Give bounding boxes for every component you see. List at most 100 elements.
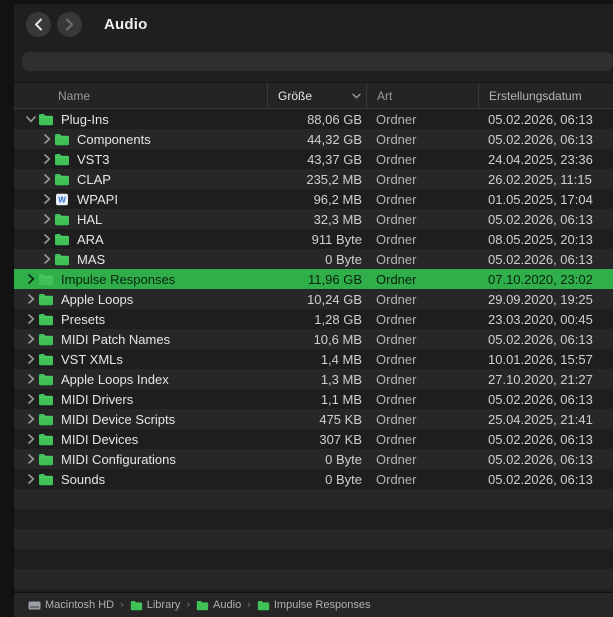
table-row[interactable]: W Impulse Responses 11,96 GB Ordner 07.1… [14,269,613,289]
table-row[interactable]: W Sounds 0 Byte Ordner 05.02.2026, 06:13 [14,469,613,489]
path-bar: Macintosh HD › Library › Audio › Impulse… [14,592,613,617]
path-separator: › [186,599,190,611]
indent-spacer [14,319,24,320]
name-cell: W Apple Loops [14,292,267,307]
folder-icon [38,113,55,126]
file-kind: Ordner [366,332,478,347]
table-row[interactable]: W MIDI Device Scripts 475 KB Ordner 25.0… [14,409,613,429]
file-kind: Ordner [366,372,478,387]
file-kind: Ordner [366,352,478,367]
file-kind: Ordner [366,172,478,187]
column-label: Art [377,89,392,103]
file-date: 05.02.2026, 06:13 [478,132,613,147]
name-cell: W VST XMLs [14,352,267,367]
folder-icon [38,333,55,346]
column-label: Größe [278,89,312,103]
disclosure-chevron-icon[interactable] [40,134,54,144]
file-date: 23.03.2020, 00:45 [478,312,613,327]
name-cell: W MIDI Devices [14,432,267,447]
name-cell: W MIDI Drivers [14,392,267,407]
indent-spacer [14,159,40,160]
name-cell: W ARA [14,232,267,247]
disclosure-chevron-icon[interactable] [24,454,38,464]
disclosure-chevron-icon[interactable] [24,374,38,384]
disclosure-chevron-icon[interactable] [24,414,38,424]
folder-icon [54,153,71,166]
drive-icon [28,600,41,611]
indent-spacer [14,219,40,220]
indent-spacer [14,259,40,260]
disclosure-chevron-icon[interactable] [24,334,38,344]
indent-spacer [14,359,24,360]
file-date: 05.02.2026, 06:13 [478,432,613,447]
table-row[interactable]: W HAL 32,3 MB Ordner 05.02.2026, 06:13 [14,209,613,229]
disclosure-chevron-icon[interactable] [24,274,38,284]
disclosure-chevron-icon[interactable] [24,294,38,304]
disclosure-chevron-icon[interactable] [40,214,54,224]
file-name: MIDI Drivers [61,392,133,407]
path-crumb[interactable]: Impulse Responses [257,599,371,611]
disclosure-chevron-icon[interactable] [24,314,38,324]
disclosure-chevron-icon[interactable] [40,194,54,204]
folder-icon [54,253,71,266]
indent-spacer [14,239,40,240]
path-crumb[interactable]: Library [130,599,181,611]
disclosure-chevron-icon[interactable] [24,114,38,124]
folder-icon [54,133,71,146]
column-header-size[interactable]: Größe [267,83,366,108]
column-header-kind[interactable]: Art [366,83,478,108]
table-row[interactable]: W Apple Loops Index 1,3 MB Ordner 27.10.… [14,369,613,389]
file-kind: Ordner [366,252,478,267]
table-row[interactable]: W Presets 1,28 GB Ordner 23.03.2020, 00:… [14,309,613,329]
file-date: 05.02.2026, 06:13 [478,212,613,227]
disclosure-chevron-icon[interactable] [24,394,38,404]
file-name: Components [77,132,151,147]
sort-chevron-down-icon [352,93,361,99]
table-row[interactable]: W CLAP 235,2 MB Ordner 26.02.2025, 11:15 [14,169,613,189]
disclosure-chevron-icon[interactable] [40,234,54,244]
folder-icon [38,413,55,426]
folder-icon [54,233,71,246]
file-name: HAL [77,212,102,227]
toolbar: Audio [14,4,613,48]
disclosure-chevron-icon[interactable] [40,174,54,184]
file-name: MAS [77,252,105,267]
column-header-name[interactable]: Name [14,83,267,108]
file-date: 29.09.2020, 19:25 [478,292,613,307]
wpapi-app-icon: W [54,193,71,206]
path-crumb[interactable]: Macintosh HD [28,599,114,611]
table-row[interactable]: W Plug-Ins 88,06 GB Ordner 05.02.2026, 0… [14,109,613,129]
table-row[interactable]: W VST3 43,37 GB Ordner 24.04.2025, 23:36 [14,149,613,169]
table-row[interactable]: W Components 44,32 GB Ordner 05.02.2026,… [14,129,613,149]
table-row[interactable]: W VST XMLs 1,4 MB Ordner 10.01.2026, 15:… [14,349,613,369]
name-cell: W MIDI Patch Names [14,332,267,347]
table-row[interactable]: W MIDI Devices 307 KB Ordner 05.02.2026,… [14,429,613,449]
table-row[interactable]: W MIDI Drivers 1,1 MB Ordner 05.02.2026,… [14,389,613,409]
folder-icon [38,373,55,386]
table-row[interactable]: W ARA 911 Byte Ordner 08.05.2025, 20:13 [14,229,613,249]
file-size: 1,28 GB [267,312,366,327]
file-size: 0 Byte [267,472,366,487]
table-row[interactable]: W MIDI Configurations 0 Byte Ordner 05.0… [14,449,613,469]
disclosure-chevron-icon[interactable] [24,434,38,444]
folder-icon [38,393,55,406]
file-date: 05.02.2026, 06:13 [478,472,613,487]
table-row[interactable]: W MAS 0 Byte Ordner 05.02.2026, 06:13 [14,249,613,269]
column-header-date[interactable]: Erstellungsdatum [478,83,613,108]
path-crumb[interactable]: Audio [196,599,241,611]
empty-row [14,569,613,589]
disclosure-chevron-icon[interactable] [40,254,54,264]
disclosure-chevron-icon[interactable] [24,354,38,364]
file-size: 96,2 MB [267,192,366,207]
file-size: 1,4 MB [267,352,366,367]
table-row[interactable]: W MIDI Patch Names 10,6 MB Ordner 05.02.… [14,329,613,349]
table-row[interactable]: W WPAPI 96,2 MB Ordner 01.05.2025, 17:04 [14,189,613,209]
forward-button[interactable] [57,12,82,37]
disclosure-chevron-icon[interactable] [40,154,54,164]
back-button[interactable] [26,12,51,37]
folder-icon [38,473,55,486]
toolbar-search-field[interactable] [22,52,613,71]
table-row[interactable]: W Apple Loops 10,24 GB Ordner 29.09.2020… [14,289,613,309]
name-cell: W MIDI Configurations [14,452,267,467]
disclosure-chevron-icon[interactable] [24,474,38,484]
